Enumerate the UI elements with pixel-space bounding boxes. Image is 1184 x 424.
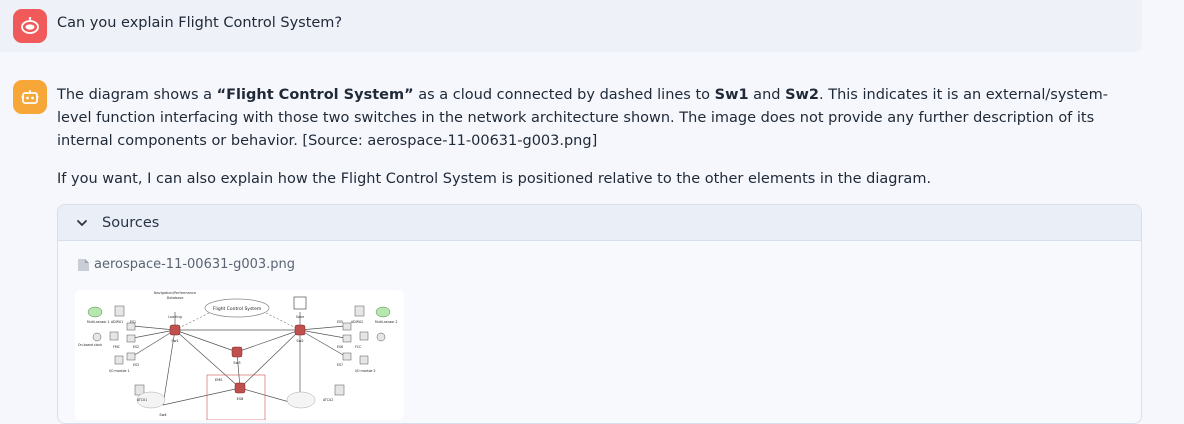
adiru2-label: ADIRU2 xyxy=(351,320,363,324)
user-avatar xyxy=(13,9,47,43)
source-image-thumbnail[interactable]: Flight Control System Navigation/Perform… xyxy=(75,290,404,420)
multi2-label: Multi-sensor 2 xyxy=(375,320,398,324)
cloud-label: Flight Control System xyxy=(213,306,261,312)
sw1-label: Sw1 xyxy=(171,339,178,343)
file-icon xyxy=(78,258,89,271)
es5-label: ES5 xyxy=(337,320,343,324)
fcc-label: FCC xyxy=(355,345,362,349)
assistant-avatar xyxy=(13,80,47,114)
assistant-followup-paragraph: If you want, I can also explain how the … xyxy=(57,171,932,187)
io1-label: I/O module 1 xyxy=(109,369,130,373)
user-message: Can you explain Flight Control System? xyxy=(0,0,1142,52)
ems-label: EMS xyxy=(215,378,223,382)
sw2-label: Sw2 xyxy=(296,339,303,343)
text-span: The diagram shows a xyxy=(57,87,217,103)
fmc-label: FMC xyxy=(113,345,121,349)
save-label: Save xyxy=(296,315,305,319)
es3-label: ES3 xyxy=(133,363,139,367)
robot-icon xyxy=(21,90,39,104)
network-diagram-image: Flight Control System Navigation/Perform… xyxy=(78,291,398,420)
es2-label: ES2 xyxy=(133,345,139,349)
io2-label: I/O module 2 xyxy=(355,369,376,373)
chevron-down-icon xyxy=(77,219,87,226)
user-message-text: Can you explain Flight Control System? xyxy=(57,15,343,31)
es1-label: ES1 xyxy=(130,320,136,324)
onboard-clock-label: On-board clock xyxy=(78,343,102,347)
sw4-label: Sw4 xyxy=(159,413,167,417)
bold-text: “Flight Control System” xyxy=(216,87,414,103)
nav-label: Navigation/Performance xyxy=(154,291,196,295)
db-label: Database xyxy=(167,296,184,300)
sw3-label: Sw3 xyxy=(233,361,240,365)
atcu1-label: ATCU1 xyxy=(137,398,147,402)
source-file-row[interactable]: aerospace-11-00631-g003.png xyxy=(77,257,295,272)
source-file-name[interactable]: aerospace-11-00631-g003.png xyxy=(94,257,295,272)
assistant-paragraph: The diagram shows a “Flight Control Syst… xyxy=(57,84,1137,153)
sources-title: Sources xyxy=(102,214,160,231)
text-span: as a cloud connected by dashed lines to xyxy=(413,87,715,103)
bold-text: Sw1 xyxy=(714,87,749,103)
text-span: and xyxy=(748,87,786,103)
sources-panel: Sources aerospace-11-00631-g003.png Flig… xyxy=(57,204,1142,424)
es6-label: ES6 xyxy=(337,345,343,349)
es8-label: ES8 xyxy=(237,397,244,401)
adiru1-label: ADIRU1 xyxy=(111,320,123,324)
es7-label: ES7 xyxy=(337,363,343,367)
sources-toggle[interactable]: Sources xyxy=(58,205,1141,241)
atcu2-label: ATCU2 xyxy=(323,398,333,402)
bold-text: Sw2 xyxy=(785,87,820,103)
robot-face-icon xyxy=(21,17,39,34)
loading-label: Loading xyxy=(168,315,182,319)
multi1-label: Multi-sensor 1 xyxy=(87,320,110,324)
